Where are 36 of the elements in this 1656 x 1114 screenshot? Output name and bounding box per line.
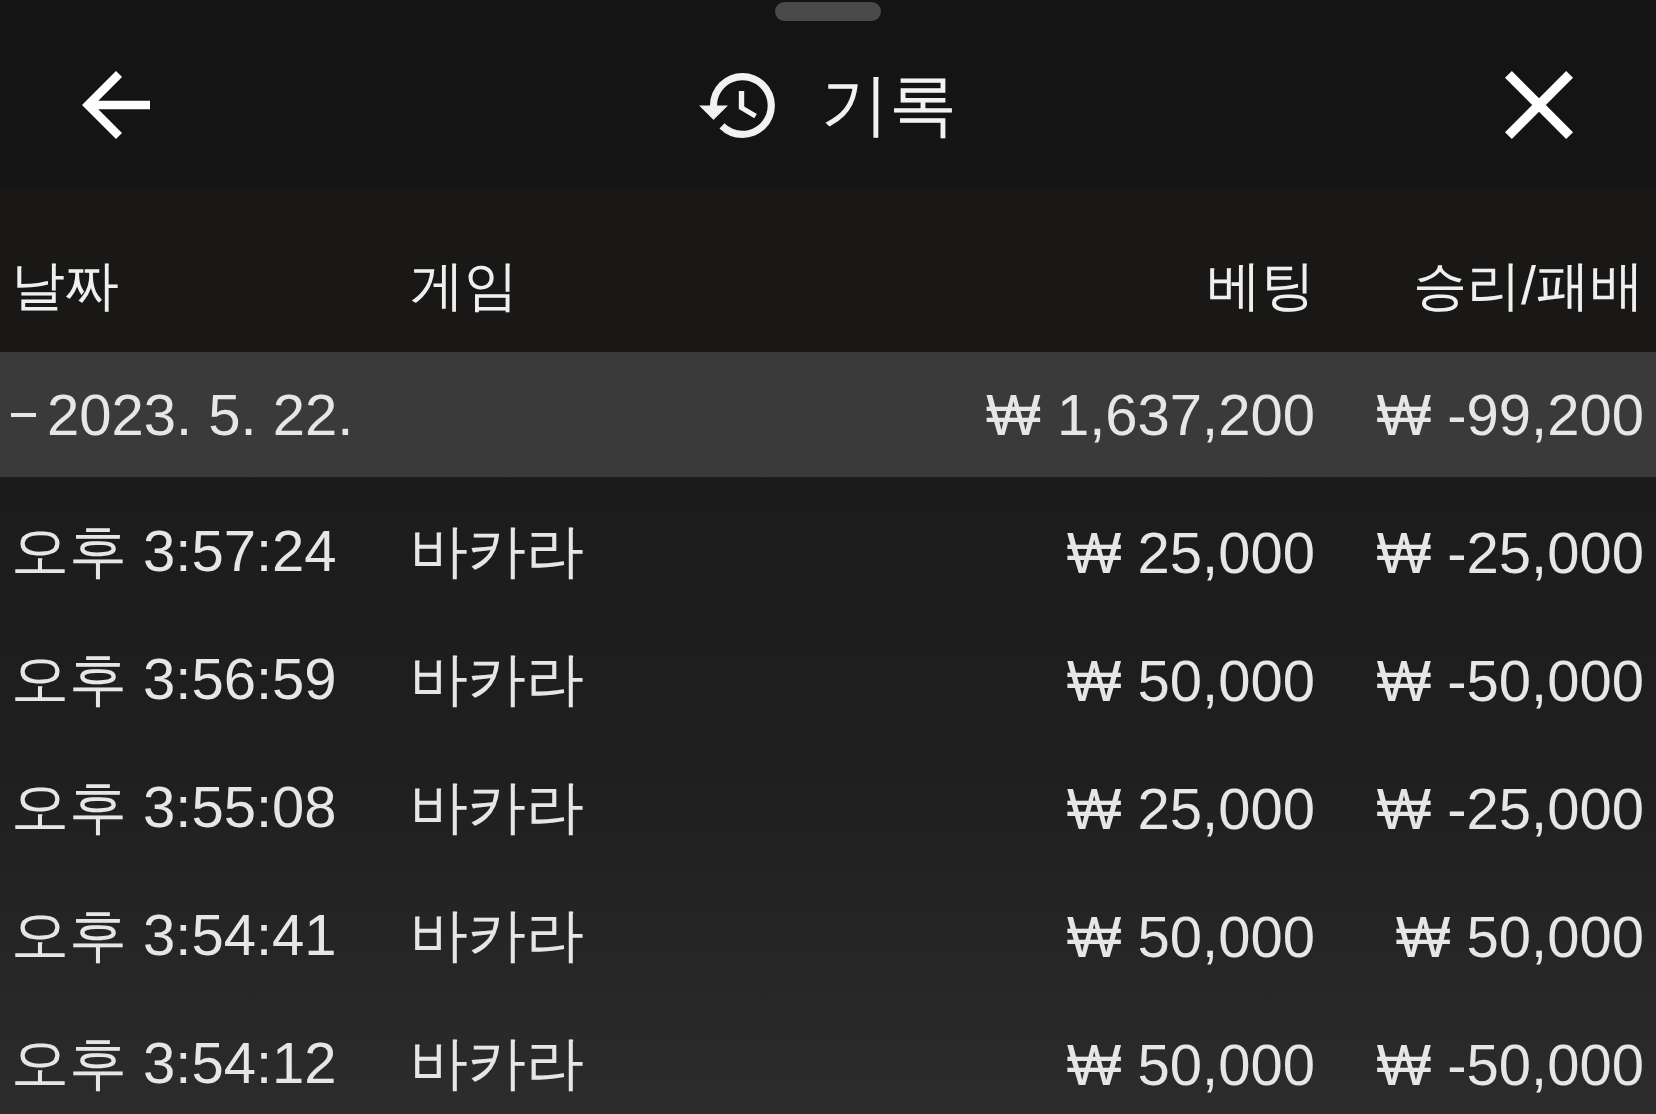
bet-amount: ₩ 25,000 <box>1066 518 1315 586</box>
drag-handle[interactable] <box>775 2 881 21</box>
history-icon <box>698 72 775 138</box>
game-name: 바카라 <box>410 901 584 969</box>
bet-amount: ₩ 50,000 <box>1066 902 1315 970</box>
total-bet-amount: ₩ 1,637,200 <box>986 381 1315 448</box>
window-title: 기록 <box>820 64 957 144</box>
time-text: 오후 3:57:24 <box>11 517 337 585</box>
column-header: 날짜 <box>11 254 119 317</box>
bet-amount: ₩ 25,000 <box>1066 774 1315 842</box>
game-name: 바카라 <box>410 1029 584 1097</box>
total-result-amount: ₩ -99,200 <box>1376 381 1644 448</box>
time-text: 오후 3:54:12 <box>11 1029 337 1097</box>
date-group-row[interactable]: 2023. 5. 22. ₩ 1,637,200 ₩ -99,200 <box>0 352 1656 477</box>
close-button[interactable] <box>1505 71 1573 139</box>
time-text: 오후 3:56:59 <box>11 645 337 713</box>
time-text: 오후 3:55:08 <box>11 773 337 841</box>
result-amount: ₩ -50,000 <box>1376 646 1644 714</box>
time-text: 오후 3:54:41 <box>11 901 337 969</box>
result-amount: ₩ -25,000 <box>1376 518 1644 586</box>
close-icon <box>1505 71 1573 139</box>
back-button[interactable] <box>82 71 150 139</box>
bet-amount: ₩ 50,000 <box>1066 646 1315 714</box>
minus-icon[interactable] <box>11 412 36 417</box>
game-name: 바카라 <box>410 517 584 585</box>
column-header: 베팅 <box>1207 254 1315 317</box>
result-amount: ₩ 50,000 <box>1395 902 1644 970</box>
game-name: 바카라 <box>410 773 584 841</box>
group-date: 2023. 5. 22. <box>47 381 354 448</box>
column-header: 승리/패배 <box>1413 254 1644 317</box>
result-amount: ₩ -25,000 <box>1376 774 1644 842</box>
game-name: 바카라 <box>410 645 584 713</box>
column-header: 게임 <box>410 254 518 317</box>
result-amount: ₩ -50,000 <box>1376 1030 1644 1098</box>
bet-amount: ₩ 50,000 <box>1066 1030 1315 1098</box>
back-arrow-icon <box>82 71 150 139</box>
